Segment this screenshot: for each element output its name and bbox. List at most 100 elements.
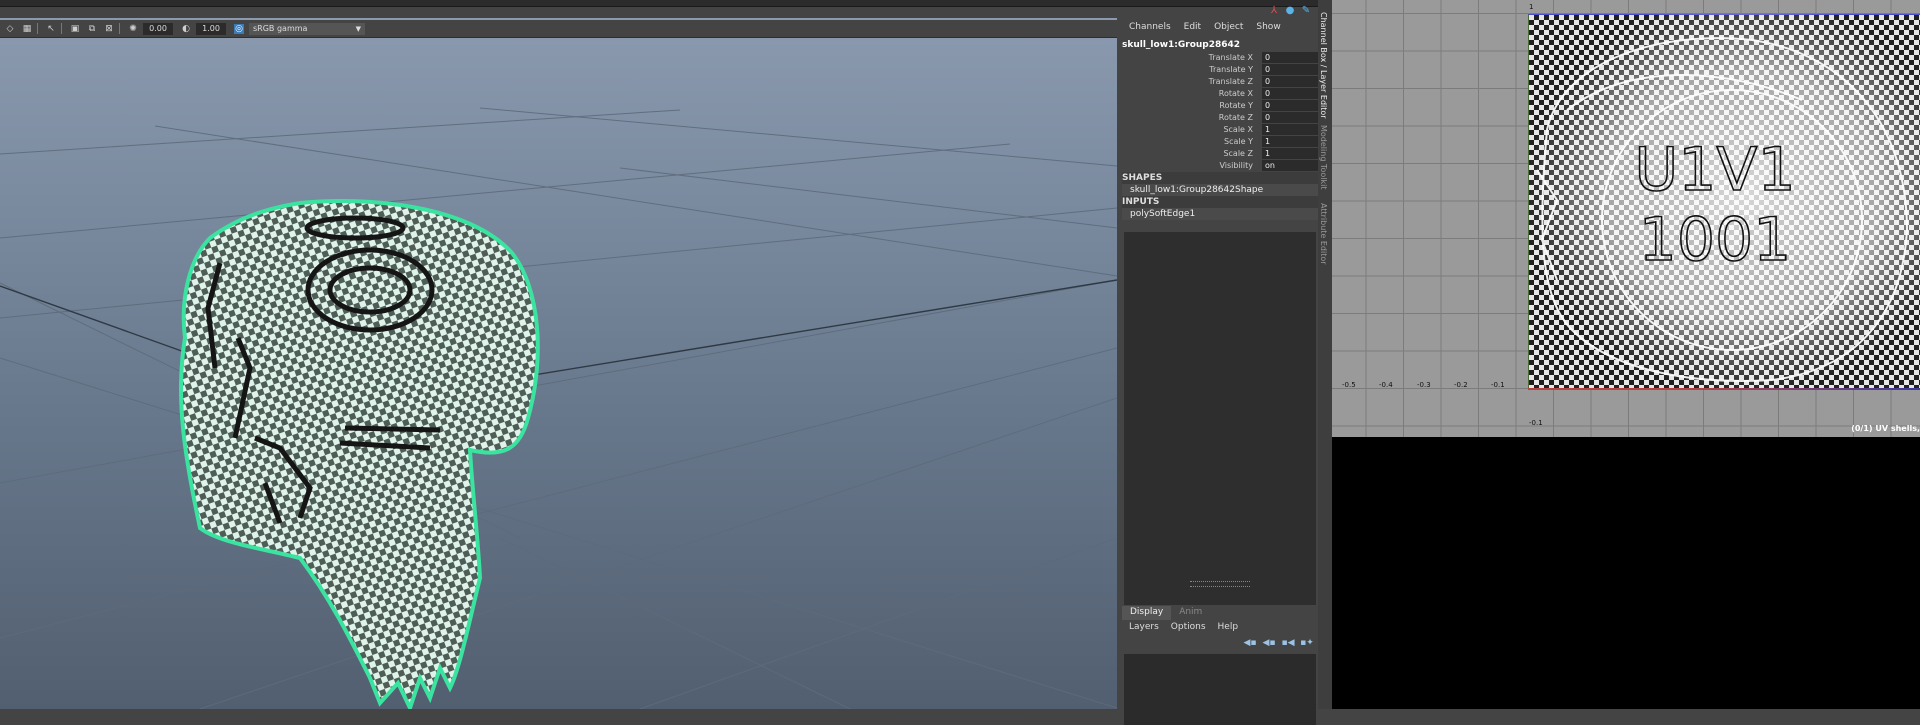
attr-label: Translate X <box>1208 53 1253 62</box>
attr-value[interactable]: 1 <box>1262 148 1318 159</box>
menu-options[interactable]: Options <box>1171 622 1206 636</box>
attr-label: Scale Z <box>1223 149 1253 158</box>
channel-box-empty-area <box>1124 232 1316 605</box>
object-name[interactable]: skull_low1:Group28642 <box>1122 40 1240 50</box>
toolbar-divider <box>37 23 38 34</box>
viewport-scene <box>0 107 1117 709</box>
isolate-icon[interactable]: ⊠ <box>104 24 114 34</box>
chevron-down-icon: ▼ <box>355 24 361 33</box>
uv-texture-label: U1V1 <box>1634 135 1795 205</box>
new-layer-icon[interactable]: ▪◀ <box>1281 638 1295 648</box>
color-space-dropdown[interactable]: sRGB gamma ▼ <box>249 22 365 35</box>
floor-grid <box>0 107 1117 709</box>
attr-rotate-y[interactable]: Rotate Y 0 <box>1122 100 1318 112</box>
attr-rotate-x[interactable]: Rotate X 0 <box>1122 88 1318 100</box>
attr-label: Rotate Y <box>1219 101 1253 110</box>
tab-channel-box-layer-editor[interactable]: Channel Box / Layer Editor <box>1319 12 1328 119</box>
edit-icon[interactable]: ✎ <box>1300 5 1312 17</box>
panel-splitter[interactable] <box>1190 581 1250 587</box>
tab-modeling-toolkit[interactable]: Modeling Toolkit <box>1319 125 1328 189</box>
uv-axis-label: -0.3 <box>1417 381 1431 389</box>
layer-list[interactable] <box>1124 654 1316 725</box>
attr-value[interactable]: 0 <box>1262 100 1318 111</box>
channel-box: Channels Edit Object Show skull_low1:Gro… <box>1122 18 1318 725</box>
tab-display[interactable]: Display <box>1122 606 1172 620</box>
attr-label: Translate Y <box>1209 65 1253 74</box>
gamma-icon[interactable]: ◐ <box>181 24 191 34</box>
exposure-field[interactable]: 0.00 <box>143 22 173 35</box>
uv-status-text: (0/1) UV shells, <box>1851 424 1920 433</box>
menu-help[interactable]: Help <box>1218 622 1239 636</box>
attr-translate-x[interactable]: Translate X 0 <box>1122 52 1318 64</box>
attribute-icon[interactable]: ● <box>1284 5 1296 17</box>
uv-texture-art: U1V1 1001 <box>1536 37 1909 382</box>
uv-axis-label: -0.5 <box>1342 381 1356 389</box>
attr-translate-y[interactable]: Translate Y 0 <box>1122 64 1318 76</box>
uv-editor-panel[interactable]: U1V1 1001 -0.5 -0.4 -0.3 -0.2 -0.1 1 -0.… <box>1332 0 1920 437</box>
menu-object[interactable]: Object <box>1214 22 1243 36</box>
channel-box-menu: Channels Edit Object Show <box>1122 22 1318 36</box>
layer-editor-tabs: Display Anim <box>1122 606 1318 620</box>
shape-item[interactable]: skull_low1:Group28642Shape <box>1122 184 1318 196</box>
menu-layers[interactable]: Layers <box>1129 622 1159 636</box>
attr-label: Rotate X <box>1218 89 1253 98</box>
uv-axis-label: 1 <box>1529 3 1534 11</box>
menu-channels[interactable]: Channels <box>1129 22 1171 36</box>
uv-texture-label: 1001 <box>1639 205 1792 275</box>
uv-bound-line <box>1528 388 1920 390</box>
shapes-section-title: SHAPES <box>1122 172 1318 184</box>
attr-label: Scale X <box>1223 125 1253 134</box>
tab-attribute-editor[interactable]: Attribute Editor <box>1319 203 1328 265</box>
side-tab-bar: Channel Box / Layer Editor Modeling Tool… <box>1318 0 1332 709</box>
channel-box-top-icons: ⅄ ● ✎ <box>1264 5 1312 17</box>
attr-scale-z[interactable]: Scale Z 1 <box>1122 148 1318 160</box>
viewport-panel[interactable] <box>0 18 1117 709</box>
uv-editor-empty-area <box>1332 437 1920 709</box>
attr-value[interactable]: 0 <box>1262 112 1318 123</box>
menu-show[interactable]: Show <box>1256 22 1280 36</box>
color-space-label: sRGB gamma <box>253 23 308 33</box>
layer-editor-menu: Layers Options Help <box>1122 622 1318 636</box>
attr-value[interactable]: 1 <box>1262 124 1318 135</box>
color-management-icon[interactable]: ◎ <box>234 23 244 34</box>
attr-value[interactable]: on <box>1262 160 1318 171</box>
uv-axis-label: -0.2 <box>1454 381 1468 389</box>
tab-anim[interactable]: Anim <box>1171 606 1210 620</box>
attr-value[interactable]: 0 <box>1262 88 1318 99</box>
move-layer-up-icon[interactable]: ◀▪ <box>1243 638 1257 648</box>
exposure-icon[interactable]: ✺ <box>128 24 138 34</box>
attr-translate-z[interactable]: Translate Z 0 <box>1122 76 1318 88</box>
attr-label: Visibility <box>1219 161 1253 170</box>
attr-value[interactable]: 0 <box>1262 76 1318 87</box>
attr-scale-y[interactable]: Scale Y 1 <box>1122 136 1318 148</box>
attr-rotate-z[interactable]: Rotate Z 0 <box>1122 112 1318 124</box>
layer-editor-icons: ◀▪ ◀▪ ▪◀ ▪✦ <box>1238 638 1314 648</box>
new-layer-selected-icon[interactable]: ▪✦ <box>1300 638 1314 648</box>
layout-icon[interactable]: ▣ <box>70 24 80 34</box>
attr-value[interactable]: 0 <box>1262 64 1318 75</box>
toolbar-divider <box>61 23 62 34</box>
menu-edit[interactable]: Edit <box>1184 22 1201 36</box>
uv-axis-label: -0.1 <box>1491 381 1505 389</box>
viewport-toolbar: ◇ ▦ ↖ ▣ ⧉ ⊠ ✺ 0.00 ◐ 1.00 ◎ sRGB gamma ▼ <box>0 20 1117 38</box>
attr-value[interactable]: 1 <box>1262 136 1318 147</box>
grid-icon[interactable]: ▦ <box>22 24 32 34</box>
move-layer-down-icon[interactable]: ◀▪ <box>1262 638 1276 648</box>
copy-icon[interactable]: ⧉ <box>87 24 97 34</box>
attr-label: Rotate Z <box>1218 113 1253 122</box>
gamma-field[interactable]: 1.00 <box>196 22 226 35</box>
input-item[interactable]: polySoftEdge1 <box>1122 208 1318 220</box>
uv-axis-label: -0.1 <box>1529 419 1543 427</box>
inputs-section-title: INPUTS <box>1122 196 1318 208</box>
attr-label: Translate Z <box>1208 77 1253 86</box>
skull-mesh[interactable] <box>178 198 540 709</box>
axis-icon[interactable]: ⅄ <box>1268 5 1280 17</box>
uv-axis-label: -0.4 <box>1379 381 1393 389</box>
toolbar-divider <box>119 23 120 34</box>
attr-visibility[interactable]: Visibility on <box>1122 160 1318 172</box>
camera-icon[interactable]: ◇ <box>5 24 15 34</box>
select-icon[interactable]: ↖ <box>46 24 56 34</box>
attr-scale-x[interactable]: Scale X 1 <box>1122 124 1318 136</box>
attr-value[interactable]: 0 <box>1262 52 1318 63</box>
attr-label: Scale Y <box>1224 137 1253 146</box>
